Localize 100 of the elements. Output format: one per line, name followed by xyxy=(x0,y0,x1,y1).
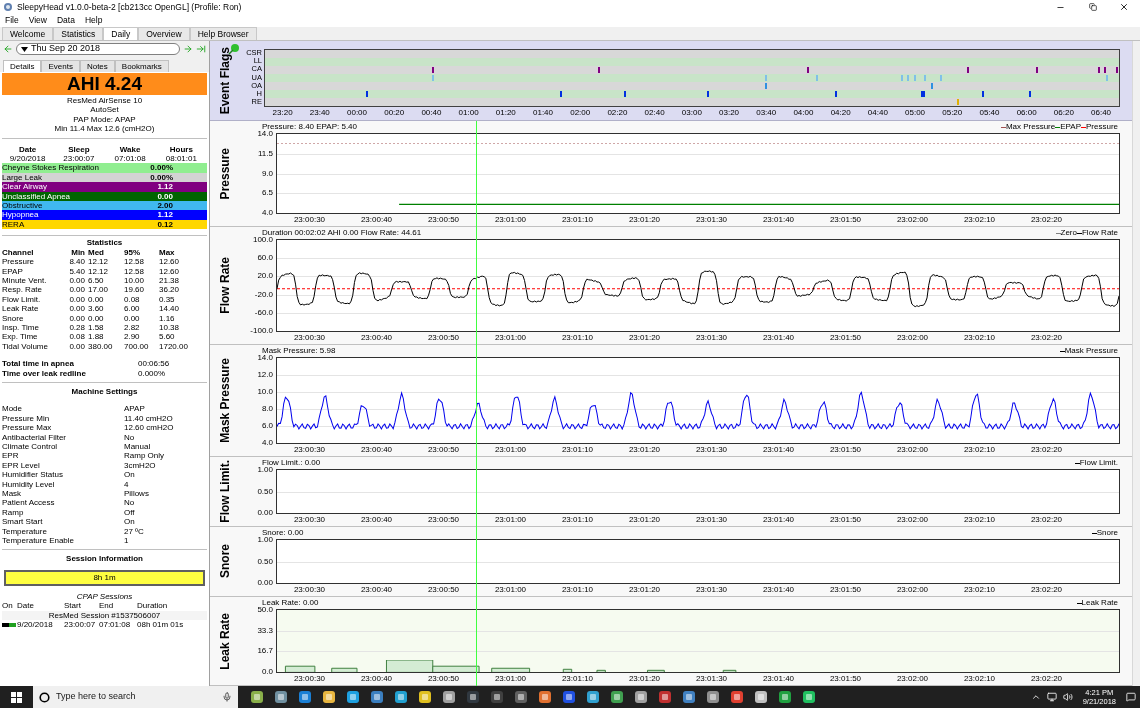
x-tick-label: 23:02:00 xyxy=(896,444,929,456)
graph-title: Pressure xyxy=(217,147,233,200)
taskbar-app-icon[interactable] xyxy=(802,690,816,704)
taskbar-app-icon[interactable] xyxy=(514,690,528,704)
scrollbar[interactable] xyxy=(1132,41,1140,686)
column-header: Med xyxy=(88,247,105,258)
taskbar-app-icon[interactable] xyxy=(298,690,312,704)
taskbar-app-icon[interactable] xyxy=(706,690,720,704)
table-cell-text: 0.00 xyxy=(68,304,86,314)
x-tick-label: 23:00:50 xyxy=(427,673,460,685)
x-tick-label: 23:00:50 xyxy=(427,332,460,344)
taskbar-app-icon[interactable] xyxy=(418,690,432,704)
x-tick-label: 23:00:40 xyxy=(360,444,393,456)
detail-tab[interactable]: Notes xyxy=(79,60,115,72)
close-icon[interactable] xyxy=(1119,2,1129,12)
x-tick-label: 23:02:10 xyxy=(963,673,996,685)
y-tick-label: 0.0 xyxy=(261,667,273,676)
taskbar-app-icon[interactable] xyxy=(682,690,696,704)
section-title: Machine Settings xyxy=(70,386,139,397)
table-cell-text: 0.35 xyxy=(159,294,176,305)
y-tick-label: 1.00 xyxy=(257,536,273,544)
table-cell-text: 6.00 xyxy=(124,304,141,314)
taskbar-search-field[interactable]: Type here to search xyxy=(33,686,238,708)
main-tab[interactable]: Overview xyxy=(138,27,190,40)
detail-tab[interactable]: Events xyxy=(41,60,80,72)
x-tick-label: 23:01:10 xyxy=(561,214,594,226)
volume-icon[interactable] xyxy=(1062,692,1073,702)
setting-value: Manual xyxy=(124,442,152,452)
taskbar-app-icon[interactable] xyxy=(370,690,384,704)
detail-tab[interactable]: Bookmarks xyxy=(114,60,169,72)
x-tick-label: 23:00:50 xyxy=(427,514,460,526)
notifications-icon[interactable] xyxy=(1126,692,1136,702)
x-tick-label: 23:00:30 xyxy=(293,673,326,685)
x-tick-label: 23:01:30 xyxy=(695,584,728,596)
event-index-row: Clear Airway 1.12 xyxy=(2,182,207,192)
tray-overflow-icon[interactable] xyxy=(1030,692,1041,702)
network-icon[interactable] xyxy=(1046,692,1057,702)
time-label: 02:20 xyxy=(607,107,628,118)
table-cell-text: 0.00 xyxy=(68,285,86,295)
legend-label: Flow Limit. xyxy=(1079,457,1118,469)
taskbar-app-icon[interactable] xyxy=(322,690,336,704)
legend-label: Leak Rate xyxy=(1081,597,1118,609)
taskbar-app-icon[interactable] xyxy=(346,690,360,704)
taskbar-app-icon[interactable] xyxy=(490,690,504,704)
table-cell-text: 0.00 xyxy=(68,341,86,352)
main-tab[interactable]: Welcome xyxy=(2,27,54,40)
restore-icon[interactable] xyxy=(1089,3,1097,11)
table-cell-text: 12.12 xyxy=(88,266,110,276)
time-label: 01:20 xyxy=(495,107,516,118)
taskbar-app-icon[interactable] xyxy=(442,690,456,704)
legend-label: Zero xyxy=(1060,227,1077,239)
x-tick-label: 23:00:30 xyxy=(293,332,326,344)
event-index-row: Obstructive 2.00 xyxy=(2,201,207,211)
taskbar-app-icon[interactable] xyxy=(562,690,576,704)
microphone-icon[interactable] xyxy=(222,692,232,702)
menu-item[interactable]: View xyxy=(28,14,47,27)
main-tab[interactable]: Statistics xyxy=(53,27,104,40)
taskbar-app-icon[interactable] xyxy=(586,690,600,704)
y-tick-label: 0.50 xyxy=(257,487,273,496)
menu-item[interactable]: Help xyxy=(84,14,103,27)
table-cell-text: 10.38 xyxy=(159,322,181,333)
detail-tab[interactable]: Details xyxy=(3,60,42,72)
x-tick-label: 23:02:00 xyxy=(896,584,929,596)
total-value: 0.000% xyxy=(138,368,167,378)
main-tab[interactable]: Daily xyxy=(103,27,139,40)
taskbar-app-icon[interactable] xyxy=(634,690,648,704)
taskbar-app-icon[interactable] xyxy=(274,690,288,704)
setting-value: Pillows xyxy=(124,489,150,499)
table-cell-text: 08h 01m 01s xyxy=(137,620,185,630)
time-label: 04:00 xyxy=(793,107,814,118)
table-cell-text: 0.00 xyxy=(68,313,86,323)
y-tick-label: 14.0 xyxy=(257,354,273,362)
taskbar-app-icon[interactable] xyxy=(610,690,624,704)
taskbar-app-icon[interactable] xyxy=(754,690,768,704)
x-tick-label: 23:00:30 xyxy=(293,584,326,596)
menu-item[interactable]: File xyxy=(5,14,19,27)
table-cell-text: Minute Vent. xyxy=(2,275,48,286)
y-tick-label: 33.3 xyxy=(257,626,273,635)
legend-label: Pressure xyxy=(1086,121,1118,133)
windows-start-icon[interactable] xyxy=(11,691,22,703)
taskbar-app-icon[interactable] xyxy=(250,690,264,704)
device-info: AutoSet xyxy=(90,105,119,115)
taskbar-app-icon[interactable] xyxy=(466,690,480,704)
graph-title: Flow Limit. xyxy=(217,460,233,523)
taskbar-app-icon[interactable] xyxy=(778,690,792,704)
table-cell-text: 2.82 xyxy=(124,322,141,333)
x-tick-label: 23:01:30 xyxy=(695,673,728,685)
menu-item[interactable]: Data xyxy=(57,14,75,27)
main-tab[interactable]: Help Browser xyxy=(189,27,257,40)
date-picker[interactable]: Thu Sep 20 2018 xyxy=(16,43,180,55)
y-tick-label: 12.0 xyxy=(257,371,273,379)
taskbar-app-icon[interactable] xyxy=(394,690,408,704)
setting-label: Patient Access xyxy=(2,498,56,508)
taskbar-app-icon[interactable] xyxy=(538,690,552,704)
taskbar-app-icon[interactable] xyxy=(658,690,672,704)
taskbar-app-icon[interactable] xyxy=(730,690,744,704)
table-cell-text: 0.08 xyxy=(124,294,141,305)
y-tick-label: 0.00 xyxy=(257,579,273,587)
column-header: Date xyxy=(17,601,35,611)
x-tick-label: 23:01:10 xyxy=(561,673,594,685)
